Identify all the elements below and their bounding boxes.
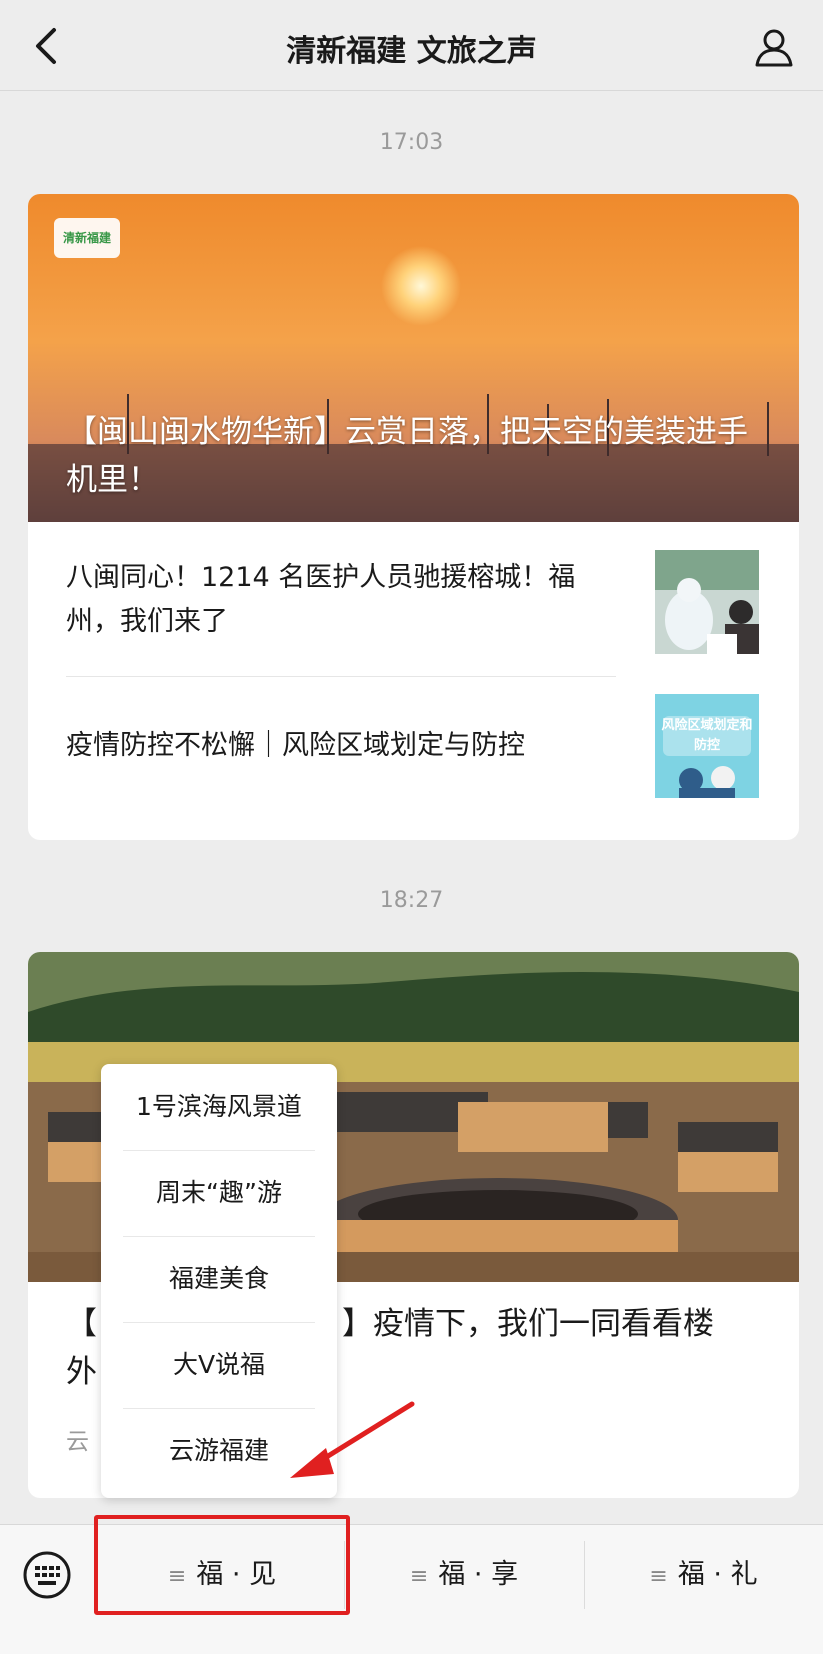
article-source: 云 — [66, 1429, 89, 1455]
tab-label: 福 · 享 — [438, 1559, 519, 1590]
menu-lines-icon: ≡ — [409, 1564, 429, 1589]
top-bar: 清新福建 文旅之声 — [0, 0, 823, 91]
cover-title-partial-2: 】疫情下，我们一同看看楼 — [342, 1306, 714, 1342]
menu-item-coastal-road[interactable]: 1号滨海风景道 — [101, 1064, 337, 1150]
cover-article[interactable]: 清新福建 【闽山闽水物华新】云赏日落，把天空的美装进手机里！ — [28, 194, 799, 522]
menu-item-weekend-tour[interactable]: 周末“趣”游 — [101, 1150, 337, 1236]
red-arrow-annotation — [290, 1401, 415, 1478]
tab-label: 福 · 礼 — [677, 1559, 758, 1590]
red-highlight-box — [94, 1515, 350, 1615]
list-item[interactable]: 疫情防控不松懈｜风险区域划定与防控 风险区域划定和防控 — [66, 694, 759, 798]
keyboard-icon[interactable] — [22, 1550, 72, 1600]
thumbnail-text: 风险区域划定和防控 — [661, 718, 753, 753]
cover-title-start: 【 — [66, 1306, 97, 1342]
menu-lines-icon: ≡ — [649, 1564, 668, 1589]
article-thumbnail: 风险区域划定和防控 — [655, 694, 759, 798]
list-item[interactable]: 八闽同心！1214 名医护人员驰援榕城！福州，我们来了 — [66, 550, 759, 654]
cover-title: 【闽山闽水物华新】云赏日落，把天空的美装进手机里！ — [66, 414, 748, 498]
profile-icon[interactable] — [753, 26, 795, 68]
cover-title-partial: 【 — [66, 1300, 97, 1348]
article-title: 八闽同心！1214 名医护人员驰援榕城！福州，我们来了 — [66, 562, 576, 637]
divider — [66, 676, 616, 677]
article-title: 疫情防控不松懈｜风险区域划定与防控 — [66, 730, 525, 761]
tab-fu-xiang[interactable]: ≡ 福 · 享 — [344, 1525, 584, 1625]
tab-fu-li[interactable]: ≡ 福 · 礼 — [584, 1525, 823, 1625]
menu-item-fujian-food[interactable]: 福建美食 — [101, 1236, 337, 1322]
message-time: 17:03 — [379, 130, 444, 155]
article-thumbnail — [655, 550, 759, 654]
page-title: 清新福建 文旅之声 — [286, 34, 537, 69]
message-time: 18:27 — [379, 888, 444, 913]
cover-title-line2: 外 — [66, 1354, 97, 1390]
brand-logo: 清新福建 — [54, 218, 120, 258]
article-card: 清新福建 【闽山闽水物华新】云赏日落，把天空的美装进手机里！ 八闽同心！1214… — [28, 194, 799, 840]
